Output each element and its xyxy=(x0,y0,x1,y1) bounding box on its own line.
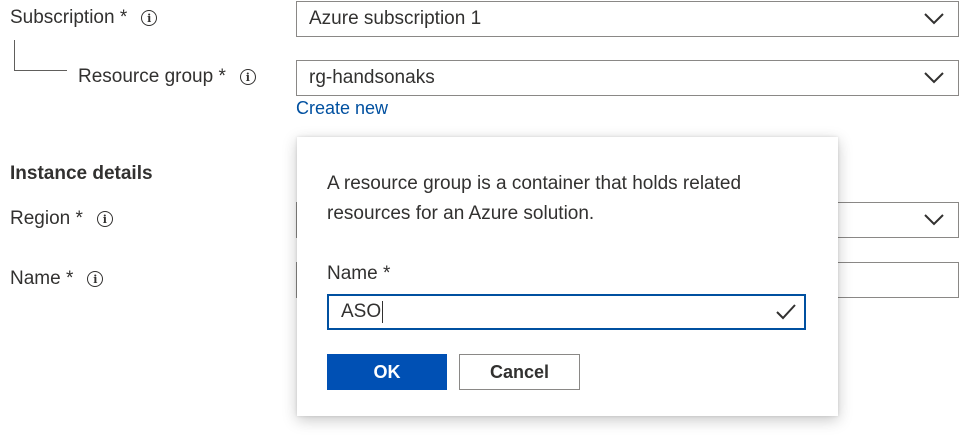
popup-name-label: Name * xyxy=(327,263,391,284)
resource-group-name-input[interactable]: ASO xyxy=(327,294,806,330)
name-label-text: Name * xyxy=(10,268,74,289)
create-resource-group-popup: A resource group is a container that hol… xyxy=(297,137,838,416)
info-icon[interactable]: i xyxy=(87,271,104,287)
tree-connector xyxy=(14,40,67,71)
info-icon[interactable]: i xyxy=(96,211,113,227)
create-new-link[interactable]: Create new xyxy=(296,98,388,119)
resource-group-label-text: Resource group * xyxy=(78,66,226,87)
ok-button[interactable]: OK xyxy=(327,354,447,390)
chevron-down-icon xyxy=(924,13,944,25)
chevron-down-icon xyxy=(924,214,944,226)
popup-description: A resource group is a container that hol… xyxy=(327,173,742,224)
info-icon[interactable]: i xyxy=(239,69,256,85)
subscription-select[interactable]: Azure subscription 1 xyxy=(296,1,959,37)
chevron-down-icon xyxy=(924,72,944,84)
resource-group-label: Resource group * i xyxy=(78,66,256,88)
region-label-text: Region * xyxy=(10,208,83,229)
subscription-label-text: Subscription * xyxy=(10,7,128,28)
subscription-value: Azure subscription 1 xyxy=(309,8,482,29)
instance-details-heading: Instance details xyxy=(10,163,153,184)
region-label: Region * i xyxy=(10,208,113,230)
info-icon[interactable]: i xyxy=(141,10,158,26)
name-label: Name * i xyxy=(10,268,104,290)
resource-group-value: rg-handsonaks xyxy=(309,67,435,88)
subscription-label: Subscription * i xyxy=(10,7,158,29)
resource-group-name-value: ASO xyxy=(341,301,382,322)
cancel-button[interactable]: Cancel xyxy=(459,354,580,390)
text-caret xyxy=(382,301,384,323)
resource-group-select[interactable]: rg-handsonaks xyxy=(296,60,959,96)
checkmark-icon xyxy=(776,304,796,320)
